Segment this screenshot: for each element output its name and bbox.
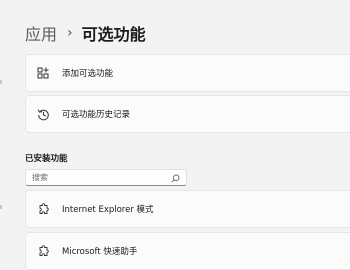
- left-edge: [0, 0, 8, 260]
- left-marker: [0, 205, 2, 209]
- add-optional-feature-label: 添加可选功能: [62, 69, 114, 79]
- optional-feature-history-button[interactable]: 可选功能历史记录: [25, 95, 350, 133]
- installed-features-heading: 已安装功能: [25, 154, 68, 164]
- breadcrumb-separator: ›: [67, 25, 73, 41]
- left-marker: [0, 80, 2, 84]
- feature-name: Microsoft 快速助手: [62, 247, 138, 257]
- installed-features-search-input[interactable]: 搜索: [25, 169, 187, 186]
- breadcrumb-apps-link[interactable]: 应用: [25, 21, 57, 45]
- feature-row-quick-assist[interactable]: Microsoft 快速助手: [25, 232, 350, 270]
- page-title: 可选功能: [81, 25, 146, 44]
- feature-row-internet-explorer[interactable]: Internet Explorer 模式: [25, 190, 350, 228]
- add-grid-icon: [36, 66, 50, 80]
- puzzle-icon: [36, 244, 50, 258]
- feature-name: Internet Explorer 模式: [62, 205, 154, 215]
- search-icon: [171, 168, 180, 187]
- puzzle-icon: [36, 202, 50, 216]
- optional-feature-history-label: 可选功能历史记录: [62, 110, 131, 120]
- history-icon: [36, 107, 50, 121]
- add-optional-feature-button[interactable]: 添加可选功能: [25, 54, 350, 92]
- search-placeholder: 搜索: [32, 173, 48, 182]
- breadcrumb: 应用 › 可选功能: [25, 20, 146, 46]
